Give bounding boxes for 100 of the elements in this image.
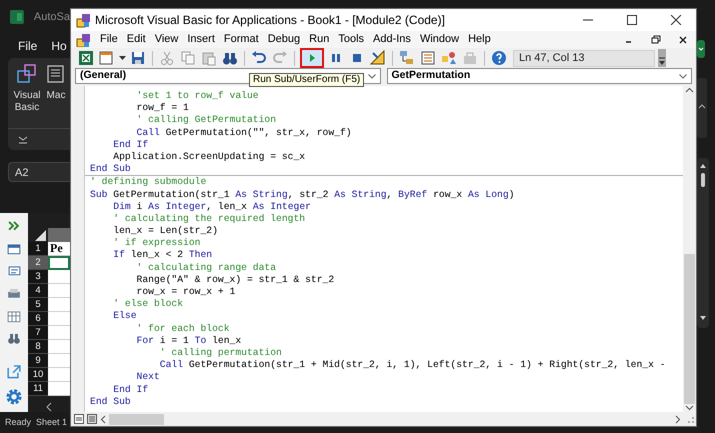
code-line: Application.ScreenUpdating = sc_x — [112, 150, 306, 164]
code-line: Sub GetPermutation(str_1 As String, str_2 As String, ByRef row_x As Long) — [90, 188, 516, 201]
clipboard-icon — [201, 50, 217, 66]
maximize-icon — [626, 15, 638, 25]
project-button[interactable] — [398, 49, 416, 67]
row-header: 6 — [28, 312, 48, 326]
code-line: row_f = 1 — [136, 102, 190, 114]
sheet-cell — [48, 326, 70, 340]
menu-item[interactable]: Format — [224, 31, 259, 48]
app-title: AutoSa — [34, 10, 70, 25]
horizontal-scrollbar[interactable] — [100, 413, 681, 425]
code-line: ' calculating the required length — [112, 212, 306, 226]
row-header: 3 — [28, 270, 48, 284]
form-icon — [7, 264, 21, 278]
design-button[interactable] — [369, 49, 387, 67]
sheet-cell — [48, 256, 70, 270]
sheet-cell — [48, 312, 70, 326]
cubes-icon — [17, 64, 37, 84]
dropdown-caret-icon[interactable] — [119, 56, 126, 60]
sheet-cell: Pe — [48, 242, 70, 256]
menu-item[interactable]: Help — [468, 31, 491, 48]
row-header: 7 — [28, 326, 48, 340]
code-line: ' calling permutation — [158, 346, 283, 360]
scroll-left-icon[interactable] — [100, 414, 106, 424]
code-line: ' for each block — [136, 322, 231, 335]
binoculars-icon — [7, 332, 21, 346]
code-line: ' calling GetPermutation — [136, 114, 278, 127]
ribbon-button[interactable]: Mac — [46, 64, 66, 128]
doc-close-icon[interactable] — [678, 34, 688, 44]
properties-button[interactable] — [419, 49, 437, 67]
close-icon — [670, 15, 682, 25]
app-icon — [76, 32, 91, 46]
name-box[interactable]: A2 — [8, 162, 70, 182]
sheet-cell — [48, 354, 70, 368]
scissors-icon — [159, 50, 175, 66]
menu-item[interactable]: Add-Ins — [373, 31, 411, 48]
menu-item[interactable]: Insert — [187, 31, 215, 48]
object-browser-icon — [441, 50, 457, 66]
collapse-chevron-icon — [18, 136, 28, 144]
excel-button[interactable] — [77, 49, 95, 67]
help-button[interactable] — [490, 49, 508, 67]
browser-button[interactable] — [440, 49, 458, 67]
double-chevron-icon — [7, 219, 21, 233]
gear-icon — [5, 388, 23, 406]
row-header: 8 — [28, 340, 48, 354]
menu-item[interactable]: Debug — [268, 31, 300, 48]
code-line: For i = 1 To len_x — [136, 334, 242, 347]
scroll-right-icon[interactable] — [675, 414, 681, 424]
cursor-position: Ln 47, Col 13 — [513, 50, 655, 66]
code-line: Next — [136, 371, 161, 384]
sheet-tab[interactable]: Sheet 1 — [36, 416, 68, 430]
scrollbar-thumb[interactable] — [684, 254, 695, 404]
doc-restore-icon[interactable] — [651, 34, 661, 44]
scroll-down-icon[interactable] — [685, 404, 694, 412]
row-header: 9 — [28, 354, 48, 368]
procedure-view-icon[interactable] — [74, 414, 84, 424]
code-line: ' defining submodule — [90, 176, 208, 188]
row-header: 2 — [28, 256, 48, 270]
menu-item[interactable]: Edit — [126, 31, 146, 48]
toolbar-options-icon[interactable] — [658, 49, 666, 67]
scrollbar-thumb[interactable] — [109, 414, 164, 424]
vertical-scrollbar[interactable] — [683, 86, 696, 412]
procedure-dropdown[interactable]: GetPermutation — [386, 68, 692, 84]
sheet-cell — [48, 298, 70, 312]
code-line: Call GetPermutation(str_1 + Mid(str_2, i, 1), Left(str_2, i - 1) + Right(str_2, len_x - — [158, 359, 667, 372]
code-line: 'set 1 to row_f value — [136, 90, 260, 102]
sheet-cell — [48, 284, 70, 298]
ribbon-tab[interactable]: File — [18, 37, 38, 55]
ruler-icon — [370, 50, 386, 66]
sheet-cell — [48, 368, 70, 382]
code-line: row_x = row_x + 1 — [136, 286, 236, 298]
ribbon-tab[interactable]: Ho — [51, 37, 67, 55]
toolbox-icon — [462, 50, 478, 66]
spreadsheet-logo-icon — [10, 10, 24, 24]
menu-item[interactable]: File — [100, 31, 118, 48]
binoculars-icon — [222, 50, 238, 66]
module-view-icon[interactable] — [87, 414, 97, 424]
window-title: Microsoft Visual Basic for Applications - Book1 - [Module2 (Code)] — [95, 12, 445, 29]
row-header: 1 — [28, 242, 48, 256]
code-line: ' else block — [112, 298, 184, 310]
code-line: If len_x < 2 Then — [112, 249, 214, 262]
menu-item[interactable]: Run — [309, 31, 330, 48]
menu-item[interactable]: View — [154, 31, 178, 48]
chevron-left-icon[interactable] — [45, 402, 53, 412]
dropdown-button-icon[interactable] — [697, 40, 705, 58]
code-line: Dim i As Integer, len_x As Integer — [112, 200, 312, 213]
run-button[interactable] — [300, 48, 324, 68]
sheet-scrollbar-icon[interactable] — [697, 158, 709, 328]
code-line: End Sub — [90, 396, 132, 408]
menu-item[interactable]: Window — [420, 31, 460, 48]
code-line: Else — [112, 310, 138, 323]
app-icon — [76, 12, 91, 28]
code-line: End Sub — [90, 163, 132, 176]
code-line: Range("A" & row_x) = str_1 & str_2 — [136, 274, 336, 286]
save-button[interactable] — [129, 49, 147, 67]
scroll-up-icon[interactable] — [685, 86, 694, 94]
undo-arrow-icon — [251, 50, 267, 66]
ribbon-button[interactable]: Visual Basic — [10, 64, 44, 128]
menu-item[interactable]: Tools — [338, 31, 364, 48]
calendar-icon — [7, 242, 21, 256]
